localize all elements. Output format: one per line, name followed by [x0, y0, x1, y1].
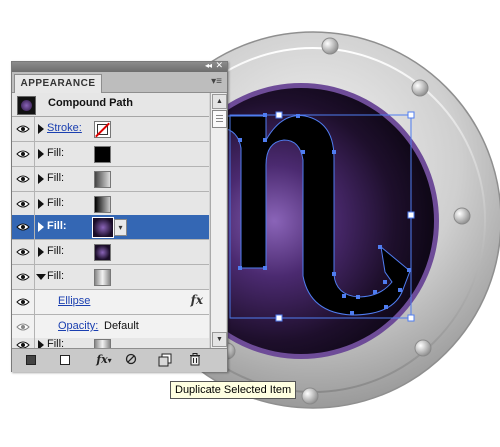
appearance-row-fill[interactable]: Fill: [12, 142, 209, 167]
clear-appearance-button[interactable] [58, 353, 72, 367]
stroke-swatch[interactable] [94, 121, 111, 138]
eye-icon [16, 175, 30, 183]
fill-label: Fill: [47, 172, 65, 184]
appearance-row-fill[interactable]: Fill: [12, 192, 209, 217]
opacity-row[interactable]: Opacity: Default [12, 315, 209, 340]
close-panel-icon[interactable]: ✕ [215, 60, 223, 71]
expand-triangle-icon[interactable] [38, 222, 44, 232]
fill-label: Fill: [47, 197, 65, 209]
bolt [414, 339, 432, 357]
opacity-value: Default [104, 320, 139, 332]
scroll-down-icon[interactable]: ▼ [212, 332, 227, 347]
visibility-toggle[interactable] [12, 142, 35, 166]
appearance-row-fill[interactable]: Fill: [12, 167, 209, 192]
reduce-to-basic-appearance-button[interactable] [124, 353, 138, 367]
object-header-row[interactable]: Compound Path [12, 93, 209, 117]
fill-label: Fill: [47, 147, 65, 159]
panel-bottom-toolbar: fx▾ [12, 348, 227, 372]
visibility-toggle[interactable] [12, 167, 35, 191]
fill-label: Fill: [47, 220, 67, 232]
eye-icon [16, 323, 30, 331]
duplicate-item-icon [158, 353, 172, 367]
fill-swatch[interactable] [94, 269, 111, 286]
clear-appearance-icon [60, 355, 70, 365]
visibility-toggle[interactable] [12, 290, 35, 314]
new-art-basic-appearance-button[interactable] [24, 353, 38, 367]
fill-swatch[interactable] [94, 146, 111, 163]
bbox-handle[interactable] [275, 111, 283, 119]
scroll-up-icon[interactable]: ▲ [212, 94, 227, 109]
duplicate-selected-item-button[interactable] [158, 353, 172, 367]
visibility-toggle[interactable] [12, 117, 35, 141]
effect-ellipse-link[interactable]: Ellipse [58, 295, 90, 307]
expand-triangle-icon[interactable] [38, 124, 44, 134]
eye-icon [16, 298, 30, 306]
panel-menu-icon[interactable]: ▾≡ [211, 77, 222, 87]
effect-row-ellipse[interactable]: Ellipse fx [12, 290, 209, 315]
fx-icon: fx [96, 353, 108, 366]
collapse-triangle-icon[interactable] [36, 274, 46, 280]
bolt [301, 387, 319, 405]
eye-icon [16, 150, 30, 158]
fill-swatch[interactable] [94, 196, 111, 213]
expand-triangle-icon[interactable] [38, 149, 44, 159]
eye-icon [16, 273, 30, 281]
swatch-dropdown-icon[interactable]: ▾ [114, 219, 127, 236]
eye-icon [16, 248, 30, 256]
appearance-row-fill[interactable]: Fill: [12, 240, 209, 265]
panel-scrollbar[interactable]: ▲ ▼ [210, 93, 227, 348]
visibility-toggle[interactable] [12, 192, 35, 216]
eye-icon [16, 125, 30, 133]
visibility-toggle[interactable] [12, 240, 35, 264]
appearance-row-fill-expanded[interactable]: Fill: [12, 265, 209, 290]
panel-title-bar[interactable]: ◂◂ ✕ [12, 60, 227, 72]
chevron-down-icon: ▾ [107, 355, 112, 365]
fill-swatch[interactable] [94, 171, 111, 188]
eye-icon [16, 223, 30, 231]
visibility-toggle[interactable] [12, 215, 35, 239]
trash-icon [190, 353, 200, 366]
stroke-label[interactable]: Stroke: [47, 122, 82, 134]
appearance-panel: ◂◂ ✕ APPEARANCE ▾≡ Compound Path Stroke:… [11, 60, 228, 372]
appearance-row-fill-selected[interactable]: Fill: ▾ [12, 215, 209, 240]
bbox-handle[interactable] [407, 111, 415, 119]
reduce-to-basic-appearance-icon [125, 353, 137, 365]
add-effect-button[interactable]: fx▾ [92, 353, 116, 367]
delete-selected-item-button[interactable] [188, 353, 202, 367]
object-type-label: Compound Path [48, 97, 133, 109]
appearance-row-stroke[interactable]: Stroke: [12, 117, 209, 142]
tab-appearance[interactable]: APPEARANCE [14, 74, 102, 93]
visibility-toggle[interactable] [12, 265, 35, 289]
fx-icon[interactable]: fx [191, 293, 203, 307]
expand-triangle-icon[interactable] [38, 199, 44, 209]
bolt [321, 37, 339, 55]
collapse-panel-icon[interactable]: ◂◂ [205, 61, 212, 70]
new-art-basic-appearance-icon [26, 355, 36, 365]
tooltip: Duplicate Selected Item [170, 381, 297, 399]
bolt [411, 79, 429, 97]
panel-tab-bar: APPEARANCE ▾≡ [12, 72, 227, 93]
opacity-link[interactable]: Opacity: [58, 320, 98, 332]
fill-swatch[interactable] [92, 217, 114, 238]
object-thumbnail [17, 96, 36, 115]
eye-icon [16, 200, 30, 208]
fill-swatch[interactable] [94, 244, 111, 261]
expand-triangle-icon[interactable] [38, 174, 44, 184]
fill-label: Fill: [47, 270, 65, 282]
bolt [453, 207, 471, 225]
bbox-handle[interactable] [407, 211, 415, 219]
expand-triangle-icon[interactable] [38, 247, 44, 257]
visibility-toggle[interactable] [12, 315, 35, 339]
scroll-thumb[interactable] [212, 110, 227, 128]
bbox-handle[interactable] [407, 314, 415, 322]
fill-label: Fill: [47, 245, 65, 257]
bbox-handle[interactable] [275, 314, 283, 322]
